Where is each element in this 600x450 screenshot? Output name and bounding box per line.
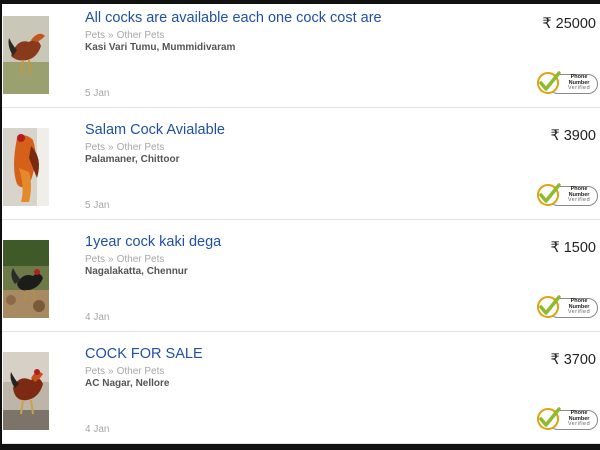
listing-location: Palamaner, Chittoor [85,154,180,165]
breadcrumb-separator: » [108,254,114,265]
subcategory-link[interactable]: Other Pets [117,142,165,153]
check-icon [537,71,561,94]
listing-title[interactable]: 1year cock kaki dega [85,234,221,250]
listing-price: ₹ 3700 [550,352,596,368]
listing-location: Kasi Vari Tumu, Mummidivaram [85,42,236,53]
listing-location: Nagalakatta, Chennur [85,266,188,277]
subcategory-link[interactable]: Other Pets [117,30,165,41]
listing-category: Pets» Other Pets [85,254,164,265]
listing-date: 4 Jan [85,424,110,435]
phone-verified-badge: Phone Number Verified [536,70,598,96]
badge-line-3: Verified [567,421,591,427]
listing-date: 4 Jan [85,312,110,323]
check-icon [537,295,561,318]
category-link[interactable]: Pets [85,366,105,377]
breadcrumb-separator: » [108,366,114,377]
listing-category: Pets» Other Pets [85,366,164,377]
bottom-border [0,444,600,450]
subcategory-link[interactable]: Other Pets [117,254,165,265]
badge-text: Phone Number Verified [566,298,592,316]
badge-text: Phone Number Verified [566,74,592,92]
listing-list: All cocks are available each one cock co… [2,4,600,444]
listing-price: ₹ 1500 [550,240,596,256]
listing-price: ₹ 25000 [542,16,596,32]
listing-title[interactable]: All cocks are available each one cock co… [85,10,382,26]
breadcrumb-separator: » [108,142,114,153]
phone-verified-badge: Phone Number Verified [536,294,598,320]
listing-thumbnail[interactable] [3,128,49,206]
category-link[interactable]: Pets [85,142,105,153]
badge-text: Phone Number Verified [566,410,592,428]
listing-location: AC Nagar, Nellore [85,378,170,389]
category-link[interactable]: Pets [85,30,105,41]
listing-title[interactable]: Salam Cock Avialable [85,122,225,138]
listing-item[interactable]: 1year cock kaki dega Pets» Other Pets Nag… [2,228,600,332]
listing-date: 5 Jan [85,88,110,99]
check-icon [537,183,561,206]
listing-item[interactable]: Salam Cock Avialable Pets» Other Pets Pal… [2,116,600,220]
phone-verified-badge: Phone Number Verified [536,406,598,432]
category-link[interactable]: Pets [85,254,105,265]
breadcrumb-separator: » [108,30,114,41]
check-icon [537,407,561,430]
badge-line-3: Verified [567,197,591,203]
badge-line-3: Verified [567,309,591,315]
subcategory-link[interactable]: Other Pets [117,366,165,377]
listing-thumbnail[interactable] [3,240,49,318]
phone-verified-badge: Phone Number Verified [536,182,598,208]
badge-line-3: Verified [567,85,591,91]
badge-text: Phone Number Verified [566,186,592,204]
listing-category: Pets» Other Pets [85,30,164,41]
listing-title[interactable]: COCK FOR SALE [85,346,203,362]
listing-category: Pets» Other Pets [85,142,164,153]
listing-item[interactable]: COCK FOR SALE Pets» Other Pets AC Nagar, … [2,340,600,444]
listing-thumbnail[interactable] [3,16,49,94]
listing-item[interactable]: All cocks are available each one cock co… [2,4,600,108]
listing-price: ₹ 3900 [550,128,596,144]
listing-thumbnail[interactable] [3,352,49,430]
listing-date: 5 Jan [85,200,110,211]
